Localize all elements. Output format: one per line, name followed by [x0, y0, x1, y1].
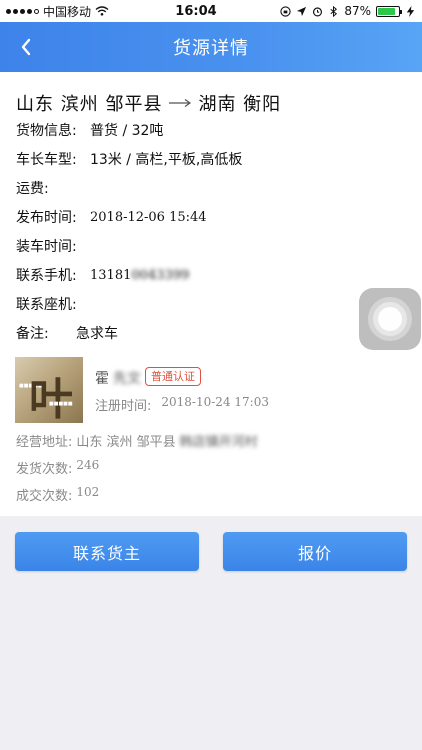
mobile-row: 联系手机: 13181 0043399 — [16, 265, 189, 285]
fee-row: 运费: — [16, 178, 90, 198]
carrier-label: 中国移动 — [43, 4, 92, 19]
cargo-label: 货物信息: — [16, 123, 77, 139]
registration-row: 注册时间: 2018-10-24 17:03 — [95, 395, 269, 414]
route-arrow-icon — [169, 99, 192, 107]
location-icon — [297, 6, 307, 16]
battery-percent: 87% — [344, 4, 371, 18]
deal-count-label: 成交次数: — [16, 489, 73, 504]
avatar-glyph: 叶 — [29, 374, 73, 423]
quote-button[interactable]: 报价 — [223, 532, 407, 571]
address-label: 经营地址: — [16, 435, 73, 450]
address-row: 经营地址: 山东 滨州 邹平县 韩店镇开河村 — [16, 431, 258, 450]
nav-bar: 货源详情 — [0, 22, 422, 72]
deal-count-row: 成交次数: 102 — [16, 485, 99, 504]
remark-row: 备注: 急求车 — [16, 323, 118, 343]
rotation-lock-icon — [280, 5, 291, 17]
route-origin: 山东 滨州 邹平县 — [16, 94, 163, 115]
mobile-label: 联系手机: — [16, 268, 77, 284]
status-bar: 中国移动 16:04 87% — [0, 0, 422, 22]
load-label: 装车时间: — [16, 239, 77, 255]
publish-row: 发布时间: 2018-12-06 15:44 — [16, 207, 207, 227]
certification-badge: 普通认证 — [145, 367, 201, 386]
assistive-touch-button[interactable] — [359, 288, 421, 350]
route: 山东 滨州 邹平县 湖南 衡阳 — [16, 90, 281, 116]
remark-label: 备注: — [16, 326, 49, 342]
bluetooth-icon — [330, 5, 338, 17]
registration-value: 2018-10-24 17:03 — [161, 395, 269, 409]
owner-name: 霍 先文 — [95, 368, 141, 388]
ship-count-row: 发货次数: 246 — [16, 458, 99, 477]
landline-row: 联系座机: — [16, 294, 90, 314]
clock: 16:04 — [175, 3, 217, 19]
alarm-icon — [313, 6, 323, 16]
owner-name-hidden: 先文 — [113, 371, 141, 387]
battery-icon — [376, 5, 402, 17]
wifi-icon — [95, 6, 109, 16]
address-hidden: 韩店镇开河村 — [179, 435, 258, 450]
mobile-value-hidden: 0043399 — [131, 267, 190, 283]
registration-label: 注册时间: — [95, 399, 152, 414]
page-title: 货源详情 — [173, 38, 249, 59]
publish-value: 2018-12-06 15:44 — [90, 209, 207, 225]
detail-card: 山东 滨州 邹平县 湖南 衡阳 货物信息: 普货 / 32吨 车长车型: 13米… — [0, 72, 422, 516]
deal-count-value: 102 — [76, 485, 100, 499]
address-value: 山东 滨州 邹平县 — [76, 435, 176, 450]
truck-value: 13米 / 高栏,平板,高低板 — [90, 152, 243, 168]
charging-icon — [406, 5, 415, 17]
fee-label: 运费: — [16, 181, 49, 197]
publish-label: 发布时间: — [16, 210, 77, 226]
avatar[interactable]: ■■■■■ 叶 ■■■■■ — [15, 357, 83, 423]
cargo-value: 普货 / 32吨 — [90, 123, 164, 139]
ship-count-value: 246 — [76, 458, 100, 472]
back-arrow-icon[interactable] — [14, 34, 40, 60]
landline-label: 联系座机: — [16, 297, 77, 313]
cargo-row: 货物信息: 普货 / 32吨 — [16, 120, 163, 140]
load-row: 装车时间: — [16, 236, 90, 256]
truck-row: 车长车型: 13米 / 高栏,平板,高低板 — [16, 149, 242, 169]
remark-value: 急求车 — [76, 326, 118, 342]
truck-label: 车长车型: — [16, 152, 77, 168]
contact-owner-button[interactable]: 联系货主 — [15, 532, 199, 571]
signal-icon — [6, 8, 39, 14]
route-destination: 湖南 衡阳 — [198, 94, 282, 115]
mobile-value[interactable]: 13181 — [90, 268, 131, 283]
ship-count-label: 发货次数: — [16, 462, 73, 477]
